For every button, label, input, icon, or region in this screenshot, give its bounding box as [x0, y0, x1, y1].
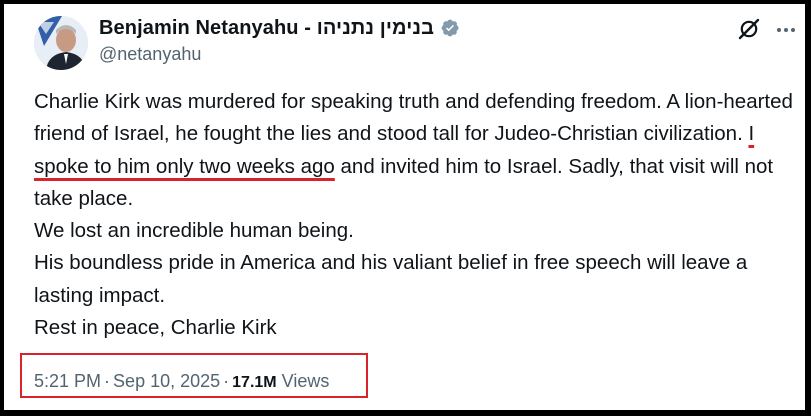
views-count[interactable]: 17.1M — [232, 374, 276, 391]
post-text: Charlie Kirk was murdered for speaking t… — [34, 86, 798, 344]
grok-icon — [738, 18, 760, 40]
author-display-name[interactable]: Benjamin Netanyahu - בנימין נתניהו — [99, 17, 434, 40]
post-date[interactable]: Sep 10, 2025 — [113, 371, 220, 391]
post-metadata: 5:21 PM · Sep 10, 2025 · 17.1M Views — [34, 371, 329, 392]
post-paragraph: We lost an incredible human being. — [34, 219, 354, 243]
author-name-row: Benjamin Netanyahu - בנימין נתניהו — [99, 15, 460, 41]
verified-badge-icon — [440, 18, 460, 38]
post-paragraph: Charlie Kirk was murdered for speaking t… — [34, 86, 798, 215]
views-label: Views — [281, 371, 330, 391]
post-paragraph: His boundless pride in America and his v… — [34, 251, 748, 307]
post-time[interactable]: 5:21 PM — [34, 371, 101, 391]
grok-button[interactable] — [737, 17, 761, 41]
post-card: Benjamin Netanyahu - בנימין נתניהו @neta… — [4, 4, 805, 410]
more-options-button[interactable] — [776, 20, 796, 40]
post-paragraph: Rest in peace, Charlie Kirk — [34, 316, 277, 340]
separator: · — [223, 371, 230, 391]
post-text-segment: Charlie Kirk was murdered for speaking t… — [34, 90, 793, 146]
more-options-icon — [777, 28, 795, 32]
avatar-image — [34, 16, 88, 70]
author-handle[interactable]: @netanyahu — [99, 44, 201, 65]
separator: · — [104, 371, 111, 391]
avatar[interactable] — [34, 16, 88, 70]
